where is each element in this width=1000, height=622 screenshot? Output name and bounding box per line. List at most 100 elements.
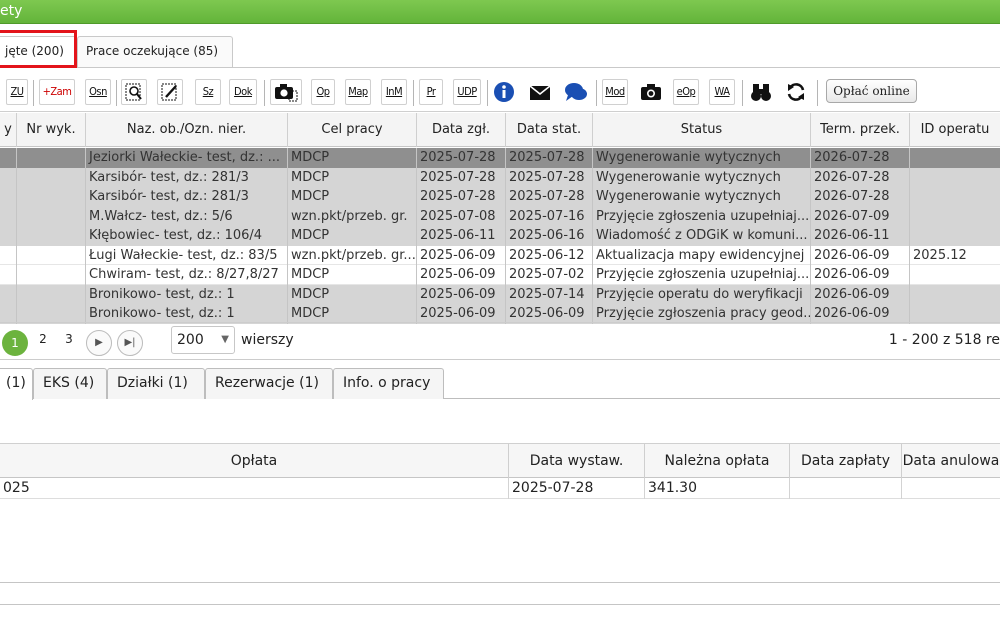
status-date-cell: 2025-07-02	[506, 265, 593, 285]
page-link[interactable]: 2	[37, 332, 49, 346]
empty-cell	[0, 187, 17, 207]
mod-button[interactable]: Mod	[602, 79, 628, 105]
binoculars-icon[interactable]	[748, 79, 774, 105]
pager: 1 2 3 ▶ ▶| 1 - 200 z 518 re	[0, 322, 1000, 360]
pr-button[interactable]: Pr	[419, 79, 443, 105]
table-row[interactable]: Jeziorki Wałeckie- test, dz.: ... MDCP 202…	[0, 148, 1000, 168]
submit-date-cell: 2025-06-09	[417, 265, 506, 285]
tab-reservations[interactable]: Rezerwacje (1)	[205, 368, 333, 399]
op-button[interactable]: Op	[311, 79, 335, 105]
camera-document-icon[interactable]	[270, 79, 302, 105]
purpose-cell: MDCP	[288, 226, 417, 246]
last-page-icon[interactable]: ▶|	[117, 330, 143, 356]
object-name-cell: Ługi Wałeckie- test, dz.: 83/5	[86, 245, 288, 265]
empty-cell	[17, 245, 86, 265]
column-header[interactable]: Cel pracy	[288, 113, 417, 147]
column-header[interactable]: Data zapłaty	[790, 444, 902, 478]
column-header[interactable]: Status	[593, 113, 811, 147]
column-header[interactable]: Data zgł.	[417, 113, 506, 147]
details-tabs: (1) EKS (4) Działki (1) Rezerwacje (1) I…	[0, 366, 1000, 400]
table-row[interactable]: Chwiram- test, dz.: 8/27,8/27 MDCP 2025-06…	[0, 265, 1000, 285]
page-link[interactable]: 3	[63, 332, 75, 346]
eop-button[interactable]: eOp	[673, 79, 699, 105]
map-button[interactable]: Map	[345, 79, 371, 105]
object-name-cell: Jeziorki Wałeckie- test, dz.: ...	[86, 148, 288, 168]
column-header[interactable]: Opłata	[0, 444, 509, 478]
page-link-current[interactable]: 1	[2, 330, 28, 356]
status-cell: Przyjęcie operatu do weryfikacji	[593, 284, 811, 304]
tab-parcels[interactable]: Działki (1)	[107, 368, 205, 399]
add-order-button[interactable]: +Zam	[39, 79, 75, 105]
camera-icon[interactable]	[638, 79, 664, 105]
column-header[interactable]: Data wystaw.	[509, 444, 645, 478]
deadline-cell: 2026-06-09	[811, 284, 910, 304]
table-row[interactable]: Bronikowo- test, dz.: 1 MDCP 2025-06-09 202…	[0, 284, 1000, 305]
column-header[interactable]: Naz. ob./Ozn. nier.	[86, 113, 288, 147]
table-row[interactable]: Bronikowo- test, dz.: 1 MDCP 2025-06-09 202…	[0, 304, 1000, 324]
page-size-select[interactable]: 200 ▼	[171, 326, 235, 354]
column-header[interactable]: Data stat.	[506, 113, 593, 147]
status-cell: Wiadomość z ODGiK w komuni...	[593, 226, 811, 246]
empty-cell	[0, 167, 17, 187]
next-page-icon[interactable]: ▶	[86, 330, 112, 356]
column-header[interactable]: y	[0, 113, 17, 147]
empty-cell	[17, 304, 86, 324]
toolbar-separator	[742, 80, 743, 106]
column-header[interactable]: Nr wyk.	[17, 113, 86, 147]
table-row[interactable]: M.Wałcz- test, dz.: 5/6 wzn.pkt/przeb. gr…	[0, 206, 1000, 227]
divider	[0, 604, 1000, 605]
chat-icon[interactable]	[563, 79, 589, 105]
table-row[interactable]: 025 2025-07-28 341.30	[0, 478, 1000, 499]
table-row[interactable]: Ługi Wałeckie- test, dz.: 83/5 wzn.pkt/pr…	[0, 245, 1000, 265]
pay-online-button[interactable]: Opłać online	[826, 79, 917, 103]
object-name-cell: Kłębowiec- test, dz.: 106/4	[86, 226, 288, 246]
mail-icon[interactable]	[528, 79, 552, 105]
empty-cell	[0, 245, 17, 265]
tab-work-info[interactable]: Info. o pracy	[333, 368, 444, 399]
purpose-cell: MDCP	[288, 148, 417, 168]
inm-button[interactable]: InM	[381, 79, 407, 105]
operat-id-cell	[910, 285, 1000, 305]
osn-button[interactable]: Osn	[85, 79, 111, 105]
column-header[interactable]: Data anulowa	[902, 444, 1000, 478]
toolbar-separator	[33, 80, 34, 106]
refresh-icon[interactable]	[783, 79, 809, 105]
empty-cell	[17, 265, 86, 285]
column-header[interactable]: Term. przek.	[811, 113, 910, 147]
table-row[interactable]: Kłębowiec- test, dz.: 106/4 MDCP 2025-06-1…	[0, 226, 1000, 246]
purpose-cell: MDCP	[288, 187, 417, 207]
tab-eks[interactable]: EKS (4)	[33, 368, 107, 399]
fee-name-cell: 025	[0, 478, 509, 499]
empty-cell	[17, 187, 86, 207]
column-header[interactable]: ID operatu	[910, 113, 1000, 147]
window-title: ety	[0, 3, 23, 19]
empty-cell	[0, 148, 17, 168]
purpose-cell: MDCP	[288, 265, 417, 285]
purpose-cell: MDCP	[288, 304, 417, 324]
wa-button[interactable]: WA	[709, 79, 735, 105]
submit-date-cell: 2025-06-09	[417, 245, 506, 265]
magnify-document-icon[interactable]	[121, 79, 147, 105]
table-row[interactable]: Karsibór- test, dz.: 281/3 MDCP 2025-07-28…	[0, 167, 1000, 187]
fee-issue-date-cell: 2025-07-28	[509, 478, 645, 499]
fee-amount-cell: 341.30	[645, 478, 790, 499]
purpose-cell: MDCP	[288, 167, 417, 187]
table-row[interactable]: Karsibór- test, dz.: 281/3 MDCP 2025-07-28…	[0, 187, 1000, 207]
empty-cell	[17, 167, 86, 187]
edit-document-icon[interactable]	[157, 79, 183, 105]
sz-button[interactable]: Sz	[195, 79, 221, 105]
operat-id-cell	[910, 207, 1000, 227]
works-grid-header: y Nr wyk. Naz. ob./Ozn. nier. Cel pracy …	[0, 113, 1000, 147]
status-date-cell: 2025-06-16	[506, 226, 593, 246]
column-header[interactable]: Należna opłata	[645, 444, 790, 478]
info-icon[interactable]	[492, 79, 516, 105]
tab-fees[interactable]: (1)	[0, 368, 33, 400]
zu-button[interactable]: ZU	[6, 79, 28, 105]
status-cell: Przyjęcie zgłoszenia uzupełniaj...	[593, 206, 811, 226]
tab-pending-works[interactable]: Prace oczekujące (85)	[77, 36, 233, 67]
submit-date-cell: 2025-07-08	[417, 206, 506, 226]
dok-button[interactable]: Dok	[229, 79, 257, 105]
submit-date-cell: 2025-06-11	[417, 226, 506, 246]
udp-button[interactable]: UDP	[453, 79, 481, 105]
fees-table-header: Opłata Data wystaw. Należna opłata Data …	[0, 444, 1000, 478]
